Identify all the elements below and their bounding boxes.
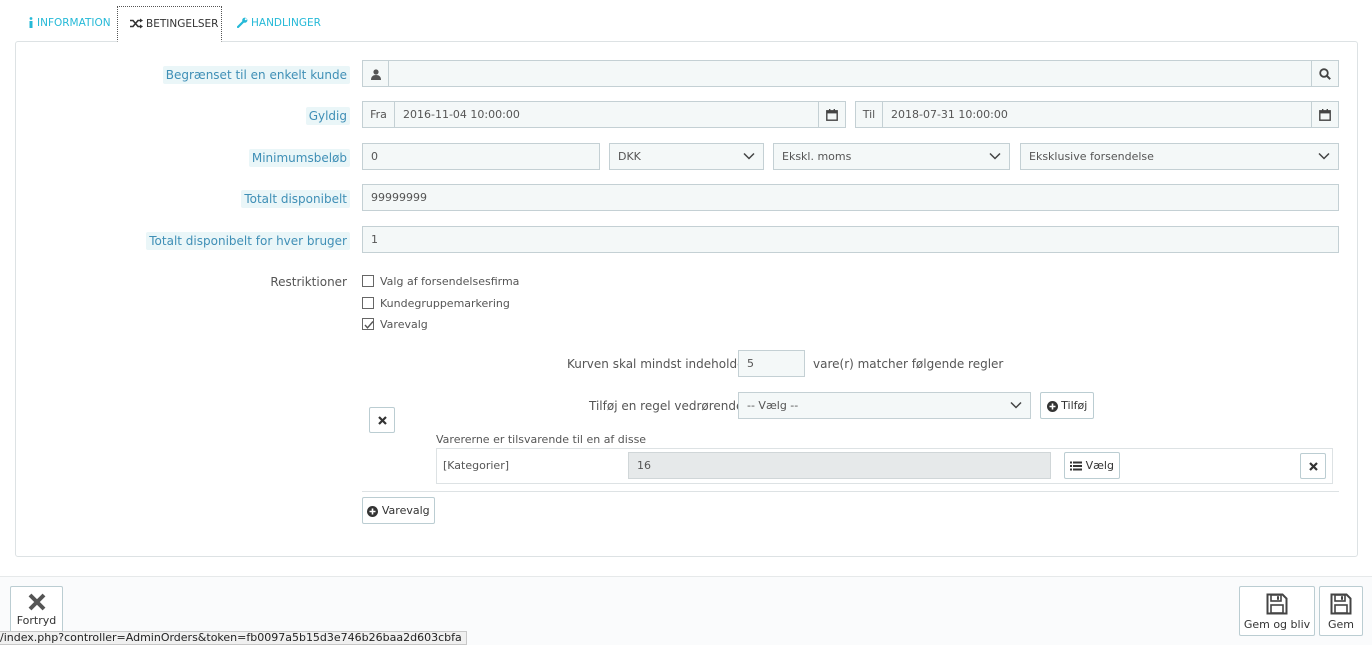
info-icon (29, 17, 33, 28)
rule-type-label: [Kategorier] (443, 459, 510, 472)
valid-label: Gyldig (305, 107, 350, 125)
calendar-icon[interactable] (1311, 101, 1339, 128)
delete-rule-button[interactable] (1300, 453, 1326, 479)
tab-conditions-label: BETINGELSER (146, 18, 219, 30)
restriction-product-selection[interactable]: Varevalg (362, 318, 428, 331)
customer-label: Begrænset til en enkelt kunde (162, 66, 350, 84)
shuffle-icon (130, 18, 143, 29)
chevron-down-icon (743, 152, 755, 160)
tab-actions[interactable]: HANDLINGER (225, 6, 333, 42)
currency-select[interactable]: DKK (609, 143, 764, 170)
delete-rule-group-button[interactable] (369, 407, 395, 433)
save-button-label: Gem (1327, 618, 1354, 631)
customer-input[interactable] (388, 60, 1312, 87)
tab-actions-label: HANDLINGER (251, 17, 321, 29)
cancel-button-label: Fortryd (16, 614, 57, 627)
tab-information-label: INFORMATION (37, 17, 111, 29)
save-button[interactable]: Gem (1319, 586, 1363, 636)
cart-min-label: Kurven skal mindst indeholde (567, 357, 745, 371)
wrench-icon (236, 17, 248, 29)
add-rule-button[interactable]: Tilføj (1040, 392, 1094, 419)
checkbox-checked[interactable] (362, 318, 374, 330)
rule-value-input[interactable]: 16 (628, 452, 1051, 479)
add-product-selection-button[interactable]: Varevalg (362, 497, 435, 524)
restriction-carrier[interactable]: Valg af forsendelsesfirma (362, 275, 519, 288)
user-icon (362, 60, 389, 87)
restriction-customer-group-label: Kundegruppemarkering (380, 297, 510, 310)
checkbox[interactable] (362, 297, 374, 309)
checkbox[interactable] (362, 275, 374, 287)
min-amount-label: Minimumsbeløb (248, 149, 350, 167)
rule-type-value: -- Vælg -- (747, 399, 799, 412)
floppy-disk-icon (1266, 593, 1288, 615)
cart-min-input[interactable]: 5 (738, 350, 805, 377)
tab-information[interactable]: INFORMATION (16, 6, 123, 42)
shipping-value: Eksklusive forsendelse (1029, 150, 1154, 163)
calendar-icon[interactable] (818, 101, 846, 128)
from-addon: Fra (362, 101, 395, 128)
cart-min-suffix: vare(r) matcher følgende regler (813, 357, 1004, 371)
close-icon (377, 415, 387, 425)
add-product-selection-label: Varevalg (381, 504, 430, 517)
add-rule-label: Tilføj en regel vedrørende (589, 399, 744, 413)
restriction-product-selection-label: Varevalg (380, 318, 428, 331)
total-available-label: Totalt disponibelt (241, 190, 350, 208)
from-date-input[interactable]: 2016-11-04 10:00:00 (394, 101, 819, 128)
rule-group-caption: Varererne er tilsvarende til en af disse (436, 433, 647, 446)
list-icon (1070, 461, 1083, 471)
chevron-down-icon (989, 152, 1001, 160)
close-icon (1308, 461, 1318, 471)
save-and-stay-button[interactable]: Gem og bliv (1239, 586, 1315, 636)
per-user-input[interactable]: 1 (362, 226, 1339, 253)
currency-value: DKK (618, 150, 641, 163)
floppy-disk-icon (1330, 593, 1352, 615)
plus-circle-icon (367, 505, 379, 517)
restriction-carrier-label: Valg af forsendelsesfirma (380, 275, 520, 288)
to-addon: Til (855, 101, 883, 128)
add-rule-button-label: Tilføj (1061, 399, 1088, 412)
search-icon[interactable] (1311, 60, 1339, 87)
total-available-input[interactable]: 99999999 (362, 184, 1339, 211)
min-amount-input[interactable]: 0 (362, 143, 600, 170)
per-user-label: Totalt disponibelt for hver bruger (146, 232, 350, 250)
shipping-select[interactable]: Eksklusive forsendelse (1020, 143, 1339, 170)
divider (362, 491, 1339, 492)
tax-value: Ekskl. moms (782, 150, 852, 163)
choose-button-label: Vælg (1085, 459, 1114, 472)
rule-type-select[interactable]: -- Vælg -- (738, 392, 1031, 419)
save-and-stay-label: Gem og bliv (1243, 618, 1311, 631)
close-icon (28, 593, 45, 611)
browser-status-url: /index.php?controller=AdminOrders&token=… (0, 631, 467, 645)
choose-button[interactable]: Vælg (1064, 452, 1120, 479)
cancel-button[interactable]: Fortryd (10, 586, 63, 636)
plus-circle-icon (1046, 400, 1058, 412)
tab-conditions[interactable]: BETINGELSER (117, 6, 222, 42)
to-date-input[interactable]: 2018-07-31 10:00:00 (882, 101, 1312, 128)
checkmark-icon (364, 321, 374, 329)
tax-select[interactable]: Ekskl. moms (773, 143, 1010, 170)
chevron-down-icon (1010, 401, 1022, 409)
chevron-down-icon (1318, 152, 1330, 160)
restrictions-label: Restriktioner (270, 275, 347, 289)
restriction-customer-group[interactable]: Kundegruppemarkering (362, 297, 510, 310)
